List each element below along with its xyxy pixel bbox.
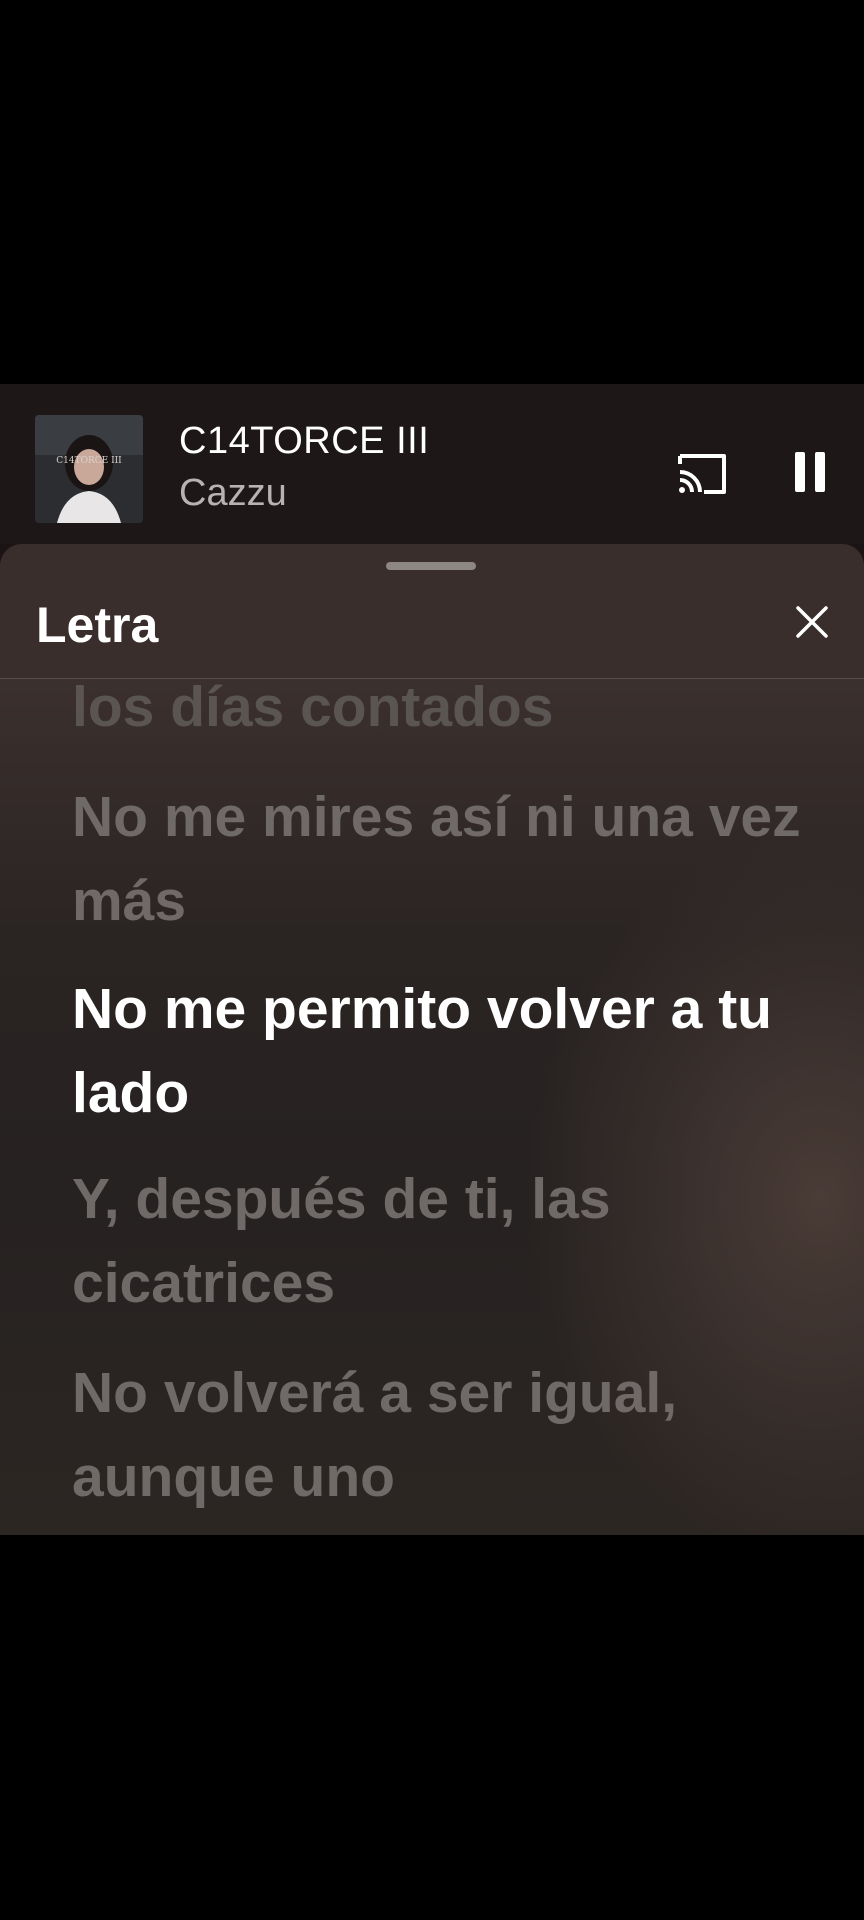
cast-button[interactable] [672, 444, 732, 504]
bottom-letterbox [0, 1535, 864, 1920]
track-artist[interactable]: Cazzu [179, 472, 287, 515]
top-letterbox [0, 0, 864, 384]
mini-player[interactable]: C14TORCE III C14TORCE III Cazzu [0, 384, 864, 544]
album-art-text: C14TORCE III [56, 456, 122, 466]
pause-button[interactable] [780, 440, 840, 504]
pause-icon [795, 452, 825, 492]
lyrics-title: Letra [36, 597, 159, 653]
lyric-line[interactable]: No me mires así ni una vez más [72, 775, 832, 943]
close-button[interactable] [784, 594, 840, 650]
lyrics-header: Letra [0, 544, 864, 679]
close-icon [796, 606, 828, 638]
drag-handle[interactable] [386, 562, 476, 570]
lyrics-body[interactable]: los días contados No me mires así ni una… [0, 679, 864, 1535]
lyric-line-active[interactable]: No me permito volver a tu lado [72, 967, 832, 1135]
lyric-line[interactable]: Y, después de ti, las cicatrices [72, 1157, 832, 1325]
lyrics-sheet[interactable]: Letra los días contados No me mires así … [0, 544, 864, 1535]
music-app: C14TORCE III C14TORCE III Cazzu Letra lo… [0, 384, 864, 1535]
cast-icon [678, 454, 726, 494]
album-art: C14TORCE III [35, 415, 143, 523]
lyric-line[interactable]: los días contados [72, 679, 832, 749]
track-title[interactable]: C14TORCE III [179, 420, 429, 463]
lyric-line[interactable]: No volverá a ser igual, aunque uno [72, 1351, 832, 1519]
